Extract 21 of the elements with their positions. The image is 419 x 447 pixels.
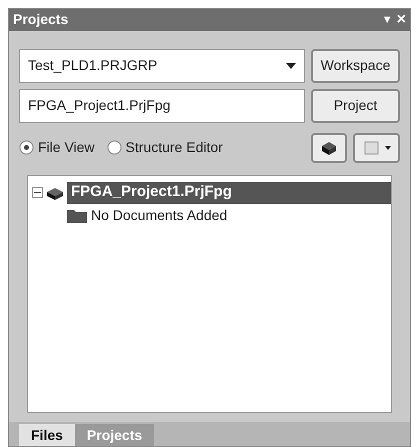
radio-label[interactable]: File View bbox=[38, 137, 95, 158]
radio-label[interactable]: Structure Editor bbox=[126, 137, 223, 158]
workspace-dropdown[interactable]: Test_PLD1.PRJGRP bbox=[19, 48, 305, 83]
document-menu-button[interactable] bbox=[353, 132, 400, 163]
document-dropdown-icon bbox=[362, 140, 390, 156]
panel-title: Projects bbox=[13, 10, 70, 30]
project-field[interactable]: FPGA_Project1.PrjFpg bbox=[19, 88, 305, 123]
radio-button[interactable] bbox=[106, 140, 122, 156]
folder-icon bbox=[67, 208, 87, 223]
tree-item[interactable]: No Documents Added bbox=[91, 205, 391, 226]
radio-button[interactable] bbox=[19, 140, 34, 156]
tree-item[interactable]: FPGA_Project1.PrjFpg bbox=[67, 182, 391, 204]
collapse-icon[interactable] bbox=[32, 187, 43, 198]
workspace-button[interactable]: Workspace bbox=[311, 48, 400, 83]
dropdown-arrow-icon bbox=[286, 62, 296, 69]
close-button[interactable]: × bbox=[396, 12, 406, 28]
panel-menu-button[interactable]: ▼ bbox=[382, 12, 393, 28]
compile-button[interactable] bbox=[311, 132, 347, 163]
panel-tab[interactable]: Files bbox=[19, 424, 75, 446]
cube-icon bbox=[320, 140, 338, 156]
project-button[interactable]: Project bbox=[311, 88, 400, 123]
